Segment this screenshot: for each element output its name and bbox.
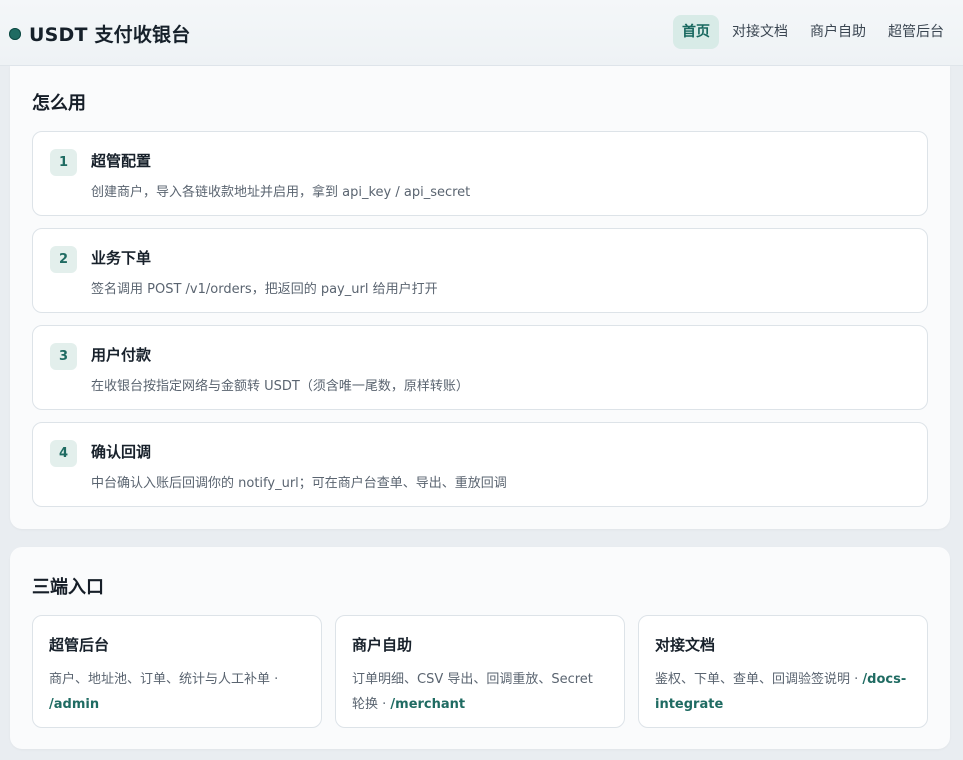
nav-item-docs[interactable]: 对接文档	[723, 15, 797, 49]
step-item: 1 超管配置 创建商户，导入各链收款地址并启用，拿到 api_key / api…	[32, 131, 928, 216]
entry-link-admin[interactable]: /admin	[49, 697, 99, 712]
step-title: 业务下单	[91, 249, 152, 267]
entry-description: 鉴权、下单、查单、回调验签说明 · /docs-integrate	[655, 672, 907, 712]
nav-item-home[interactable]: 首页	[673, 15, 719, 49]
step-title: 用户付款	[91, 346, 152, 364]
entry-title: 对接文档	[655, 636, 716, 654]
step-description: 中台确认入账后回调你的 notify_url；可在商户台查单、导出、重放回调	[91, 476, 507, 491]
step-description: 签名调用 POST /v1/orders，把返回的 pay_url 给用户打开	[91, 282, 438, 297]
howto-card: 怎么用 1 超管配置 创建商户，导入各链收款地址并启用，拿到 api_key /…	[10, 66, 950, 529]
step-title: 超管配置	[91, 152, 152, 170]
entry-card-docs[interactable]: 对接文档 鉴权、下单、查单、回调验签说明 · /docs-integrate	[638, 615, 928, 728]
entry-card-admin[interactable]: 超管后台 商户、地址池、订单、统计与人工补单 · /admin	[32, 615, 322, 728]
nav-item-merchant[interactable]: 商户自助	[801, 15, 875, 49]
step-number: 4	[50, 440, 77, 467]
step-number: 1	[50, 149, 77, 176]
step-number: 2	[50, 246, 77, 273]
top-bar: USDT 支付收银台 首页 对接文档 商户自助 超管后台	[0, 0, 963, 66]
entry-title: 商户自助	[352, 636, 413, 654]
entry-card-merchant[interactable]: 商户自助 订单明细、CSV 导出、回调重放、Secret 轮换 · /merch…	[335, 615, 625, 728]
main-nav: 首页 对接文档 商户自助 超管后台	[673, 15, 953, 49]
entry-link-merchant[interactable]: /merchant	[390, 697, 465, 712]
step-number: 3	[50, 343, 77, 370]
step-item: 4 确认回调 中台确认入账后回调你的 notify_url；可在商户台查单、导出…	[32, 422, 928, 507]
entry-description: 商户、地址池、订单、统计与人工补单 · /admin	[49, 672, 279, 712]
entries-title: 三端入口	[32, 577, 104, 598]
step-title: 确认回调	[91, 443, 152, 461]
step-description: 在收银台按指定网络与金额转 USDT（须含唯一尾数，原样转账）	[91, 379, 469, 394]
brand[interactable]: USDT 支付收银台	[9, 20, 190, 47]
howto-title: 怎么用	[32, 93, 86, 114]
step-description: 创建商户，导入各链收款地址并启用，拿到 api_key / api_secret	[91, 185, 471, 200]
step-item: 3 用户付款 在收银台按指定网络与金额转 USDT（须含唯一尾数，原样转账）	[32, 325, 928, 410]
step-item: 2 业务下单 签名调用 POST /v1/orders，把返回的 pay_url…	[32, 228, 928, 313]
entry-title: 超管后台	[49, 636, 110, 654]
brand-logo-icon	[9, 27, 21, 40]
entry-description: 订单明细、CSV 导出、回调重放、Secret 轮换 · /merchant	[352, 672, 593, 712]
brand-title: USDT 支付收银台	[29, 24, 191, 46]
nav-item-admin[interactable]: 超管后台	[879, 15, 953, 49]
entries-card: 三端入口 超管后台 商户、地址池、订单、统计与人工补单 · /admin 商户自…	[10, 547, 950, 749]
